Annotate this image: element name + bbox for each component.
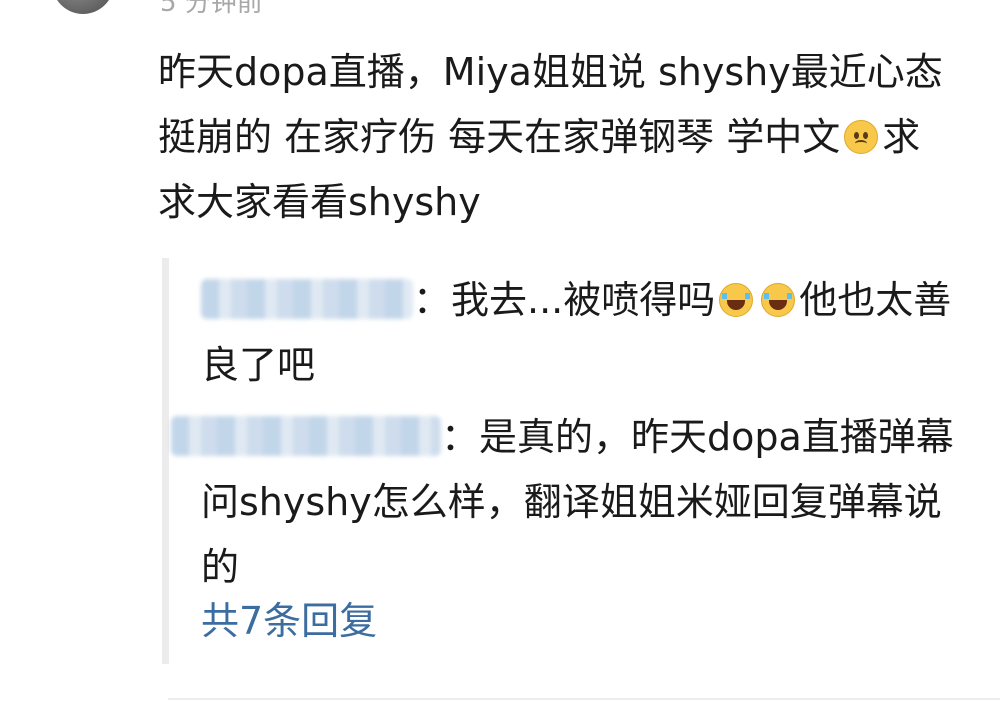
more-replies-link[interactable]: 共7条回复 [201,596,377,646]
timestamp: 5 分钟前 [160,0,263,18]
avatar[interactable] [52,0,114,14]
comment-text: 昨天dopa直播，Miya姐姐说 shyshy最近心态挺崩的 在家疗伤 每天在家… [158,50,943,159]
reply-username-blurred[interactable] [171,416,441,456]
reply-item[interactable]: ：是真的，昨天dopa直播弹幕问shyshy怎么样，翻译姐姐米娅回复弹幕说的 [171,405,961,600]
laugh-cry-icon [761,283,796,317]
divider [168,698,1000,700]
reply-username-blurred[interactable] [201,279,413,319]
comment-body: 昨天dopa直播，Miya姐姐说 shyshy最近心态挺崩的 在家疗伤 每天在家… [158,40,958,235]
sad-face-icon [844,120,879,154]
reply-thread: ：我去...被喷得吗 他也太善良了吧 ：是真的，昨天dopa直播弹幕问shyshy… [162,258,962,664]
reply-item[interactable]: ：我去...被喷得吗 他也太善良了吧 [201,268,961,398]
reply-text: ：我去...被喷得吗 [413,278,716,322]
laugh-cry-icon [719,283,754,317]
